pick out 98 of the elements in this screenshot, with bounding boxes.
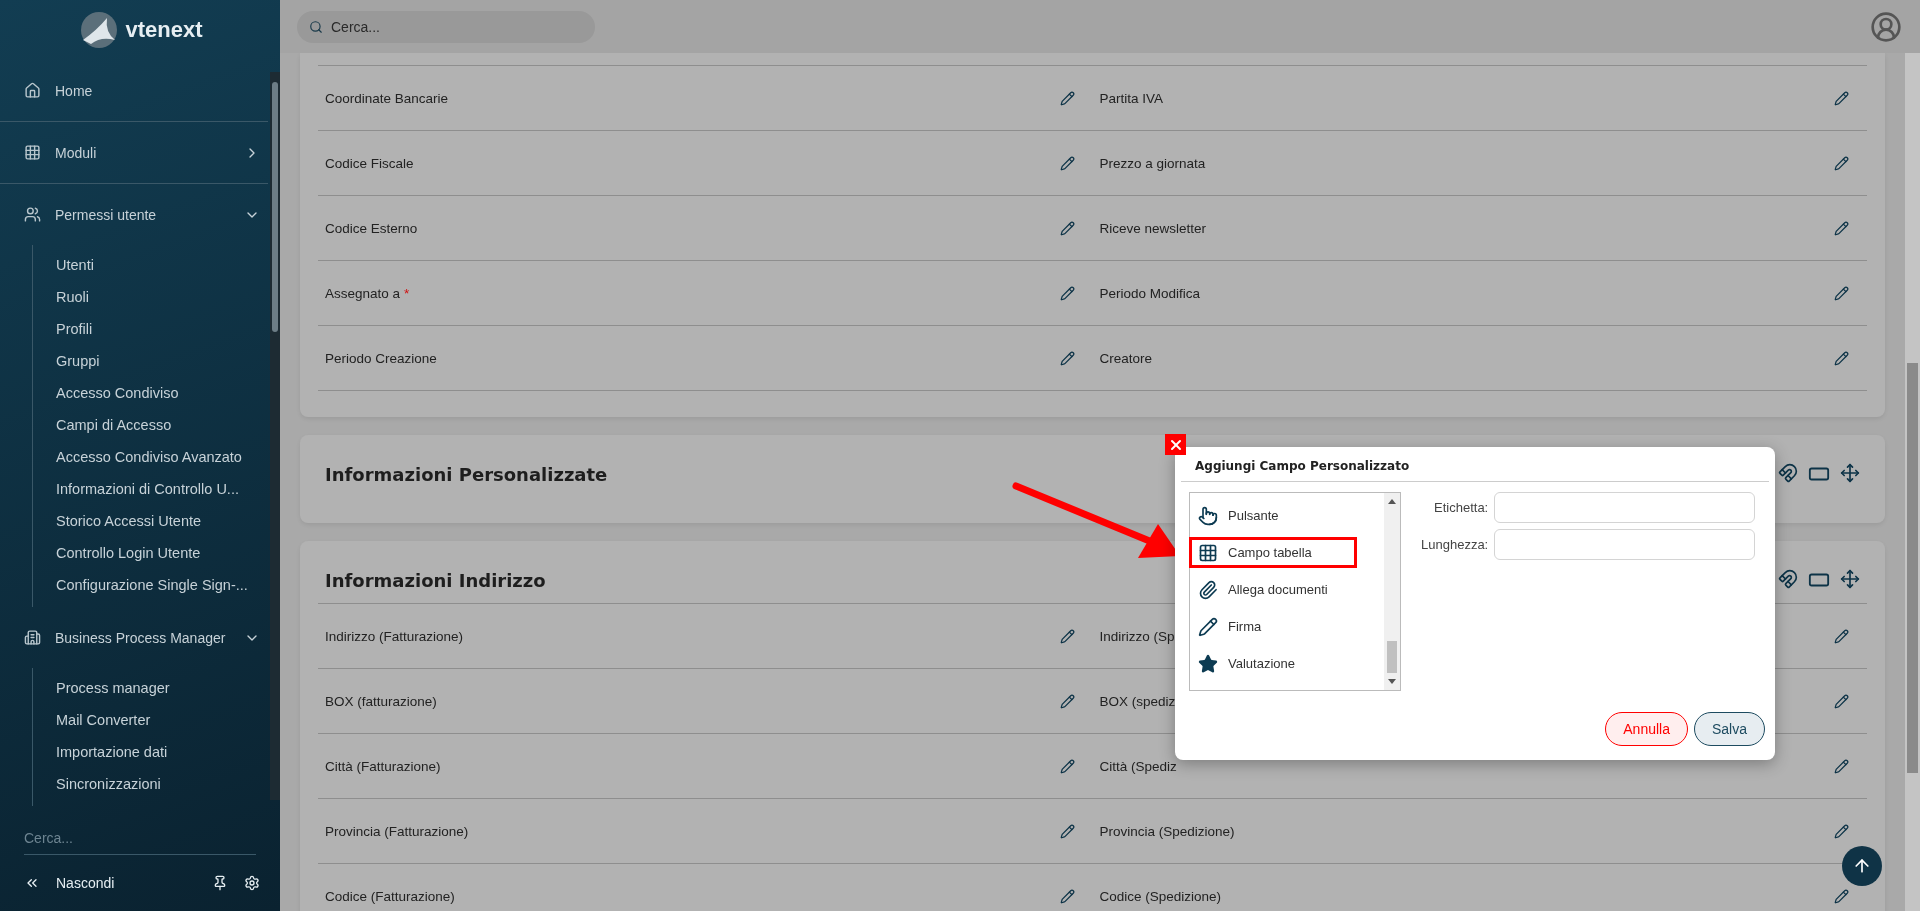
magnet-icon[interactable]	[1778, 463, 1798, 483]
menu-icon	[24, 82, 41, 99]
menu-item[interactable]: Home	[0, 60, 268, 122]
field-label: Etichetta:	[1433, 500, 1489, 515]
field-label: BOX (spediz	[1099, 693, 1176, 709]
field-label: Indirizzo (Sp	[1099, 628, 1175, 644]
field-label: Codice (Spedizione)	[1099, 888, 1222, 904]
submenu-item[interactable]: Ruoli	[56, 281, 268, 313]
field-label: Città (Fatturazione)	[325, 758, 441, 774]
field-label: Codice Esterno	[325, 220, 418, 236]
edit-icon[interactable]	[1059, 350, 1075, 366]
field-label: Indirizzo (Fatturazione)	[325, 628, 464, 644]
submenu-item[interactable]: Accesso Condiviso Avanzato	[56, 441, 268, 473]
close-button[interactable]	[1165, 434, 1186, 455]
field-type-icon	[1198, 653, 1218, 674]
edit-icon[interactable]	[1059, 888, 1075, 904]
field-label: Provincia (Fatturazione)	[325, 823, 469, 839]
menu-icon	[24, 144, 41, 161]
submenu-item[interactable]: Informazioni di Controllo U...	[56, 473, 268, 505]
field-label: Assegnato a *	[325, 285, 410, 301]
field-label: Codice (Fatturazione)	[325, 888, 455, 904]
edit-icon[interactable]	[1059, 220, 1075, 236]
edit-icon[interactable]	[1059, 693, 1075, 709]
move-icon[interactable]	[1840, 569, 1860, 589]
submenu-item[interactable]: Controllo Login Utente	[56, 537, 268, 569]
menu-item[interactable]: Permessi utente	[0, 184, 268, 245]
scrollbar[interactable]	[270, 72, 280, 800]
scrollbar[interactable]	[1905, 53, 1920, 911]
field-label: Prezzo a giornata	[1099, 155, 1206, 171]
search-icon	[309, 19, 323, 34]
edit-icon[interactable]	[1834, 693, 1849, 709]
submenu-item[interactable]: Configurazione Single Sign-...	[56, 569, 268, 601]
submenu-item[interactable]: Storico Accessi Utente	[56, 505, 268, 537]
pin-icon[interactable]	[212, 875, 228, 891]
field-label: Periodo Modifica	[1099, 285, 1201, 301]
menu-icon	[24, 629, 41, 646]
cancel-button[interactable]: Annulla	[1605, 712, 1688, 746]
field-label: Periodo Creazione	[325, 350, 437, 366]
avatar-icon[interactable]	[1870, 10, 1902, 43]
edit-icon[interactable]	[1834, 155, 1849, 171]
edit-icon[interactable]	[1834, 220, 1849, 236]
list-item[interactable]: Firma	[1189, 611, 1384, 642]
menu-item[interactable]: Moduli	[0, 122, 268, 184]
field-label: Coordinate Bancarie	[325, 90, 449, 106]
submenu-item[interactable]: Process manager	[56, 672, 268, 704]
dialog-title: Aggiungi Campo Personalizzato	[1181, 447, 1769, 482]
field-label: Lunghezza:	[1421, 537, 1489, 552]
field-label: BOX (fatturazione)	[325, 693, 437, 709]
submenu-item[interactable]: Mail Converter	[56, 704, 268, 736]
edit-icon[interactable]	[1834, 823, 1849, 839]
edit-icon[interactable]	[1834, 90, 1849, 106]
submenu-item[interactable]: Campi di Accesso	[56, 409, 268, 441]
field-type-icon	[1198, 616, 1218, 637]
edit-icon[interactable]	[1059, 628, 1075, 644]
search-field[interactable]: Cerca...	[24, 822, 256, 855]
submenu-item[interactable]: Profili	[56, 313, 268, 345]
submenu-item[interactable]: Importazione dati	[56, 736, 268, 768]
list-item[interactable]: Allega documenti	[1189, 574, 1384, 605]
field-label: Provincia (Spedizione)	[1099, 823, 1235, 839]
edit-icon[interactable]	[1834, 628, 1849, 644]
input-field[interactable]	[1494, 529, 1755, 560]
logo-text: vtenext	[125, 17, 203, 43]
settings-icon[interactable]	[244, 875, 260, 891]
submenu-item[interactable]: Gruppi	[56, 345, 268, 377]
edit-icon[interactable]	[1834, 285, 1849, 301]
field-label: Creatore	[1099, 350, 1153, 366]
field-label: Città (Spediz	[1099, 758, 1177, 774]
magnet-icon[interactable]	[1778, 569, 1798, 589]
field-type-icon	[1198, 505, 1218, 526]
menu-item[interactable]: Business Process Manager	[0, 607, 268, 668]
edit-icon[interactable]	[1059, 285, 1075, 301]
edit-icon[interactable]	[1059, 155, 1075, 171]
field-label: Riceve newsletter	[1099, 220, 1207, 236]
submenu-item[interactable]: Sincronizzazioni	[56, 768, 268, 800]
field-type-icon	[1198, 579, 1218, 600]
section-title: Informazioni Personalizzate	[325, 463, 608, 485]
menu-icon	[24, 206, 41, 223]
field-type-icon	[1198, 542, 1218, 563]
list-item[interactable]: Valutazione	[1189, 648, 1384, 679]
move-icon[interactable]	[1840, 463, 1860, 483]
save-button[interactable]: Salva	[1693, 712, 1765, 746]
hide-label[interactable]: Nascondi	[56, 875, 196, 891]
input-field[interactable]	[1494, 492, 1755, 523]
edit-icon[interactable]	[1834, 888, 1849, 904]
edit-icon[interactable]	[1059, 90, 1075, 106]
search-field[interactable]: Cerca...	[297, 10, 595, 43]
section-title: Informazioni Indirizzo	[325, 569, 546, 591]
field-label: Partita IVA	[1099, 90, 1164, 106]
submenu-item[interactable]: Utenti	[56, 249, 268, 281]
edit-icon[interactable]	[1059, 823, 1075, 839]
submenu-item[interactable]: Accesso Condiviso	[56, 377, 268, 409]
edit-icon[interactable]	[1834, 350, 1849, 366]
list-item[interactable]: Pulsante	[1189, 500, 1384, 531]
edit-icon[interactable]	[1834, 758, 1849, 774]
field-label: Codice Fiscale	[325, 155, 414, 171]
edit-icon[interactable]	[1059, 758, 1075, 774]
scrollbar[interactable]	[1384, 493, 1400, 690]
list-item[interactable]: Campo tabella	[1189, 537, 1357, 568]
